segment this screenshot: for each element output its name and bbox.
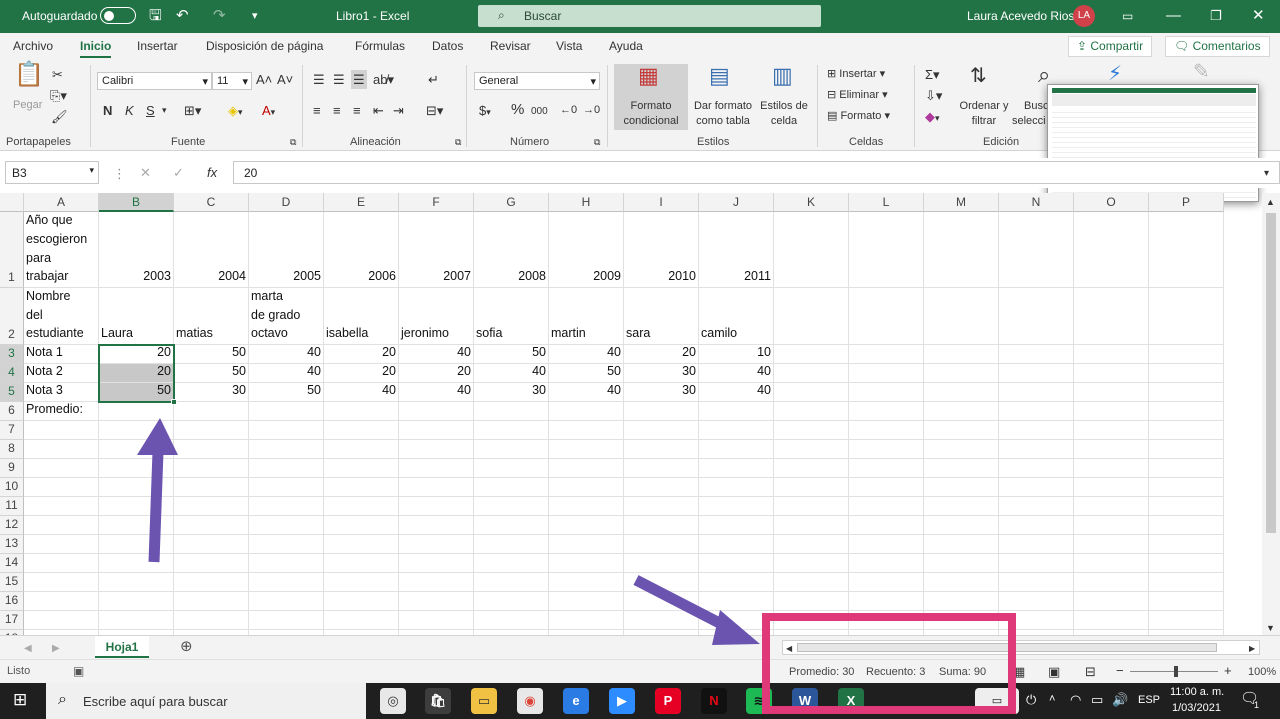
highlight-box-annotation xyxy=(762,613,1016,714)
expand-formula-icon[interactable]: ▾ xyxy=(1264,166,1269,181)
diagonal-arrow-annotation xyxy=(633,575,760,645)
up-arrow-annotation xyxy=(137,418,178,563)
annotation-overlay xyxy=(137,418,1016,714)
